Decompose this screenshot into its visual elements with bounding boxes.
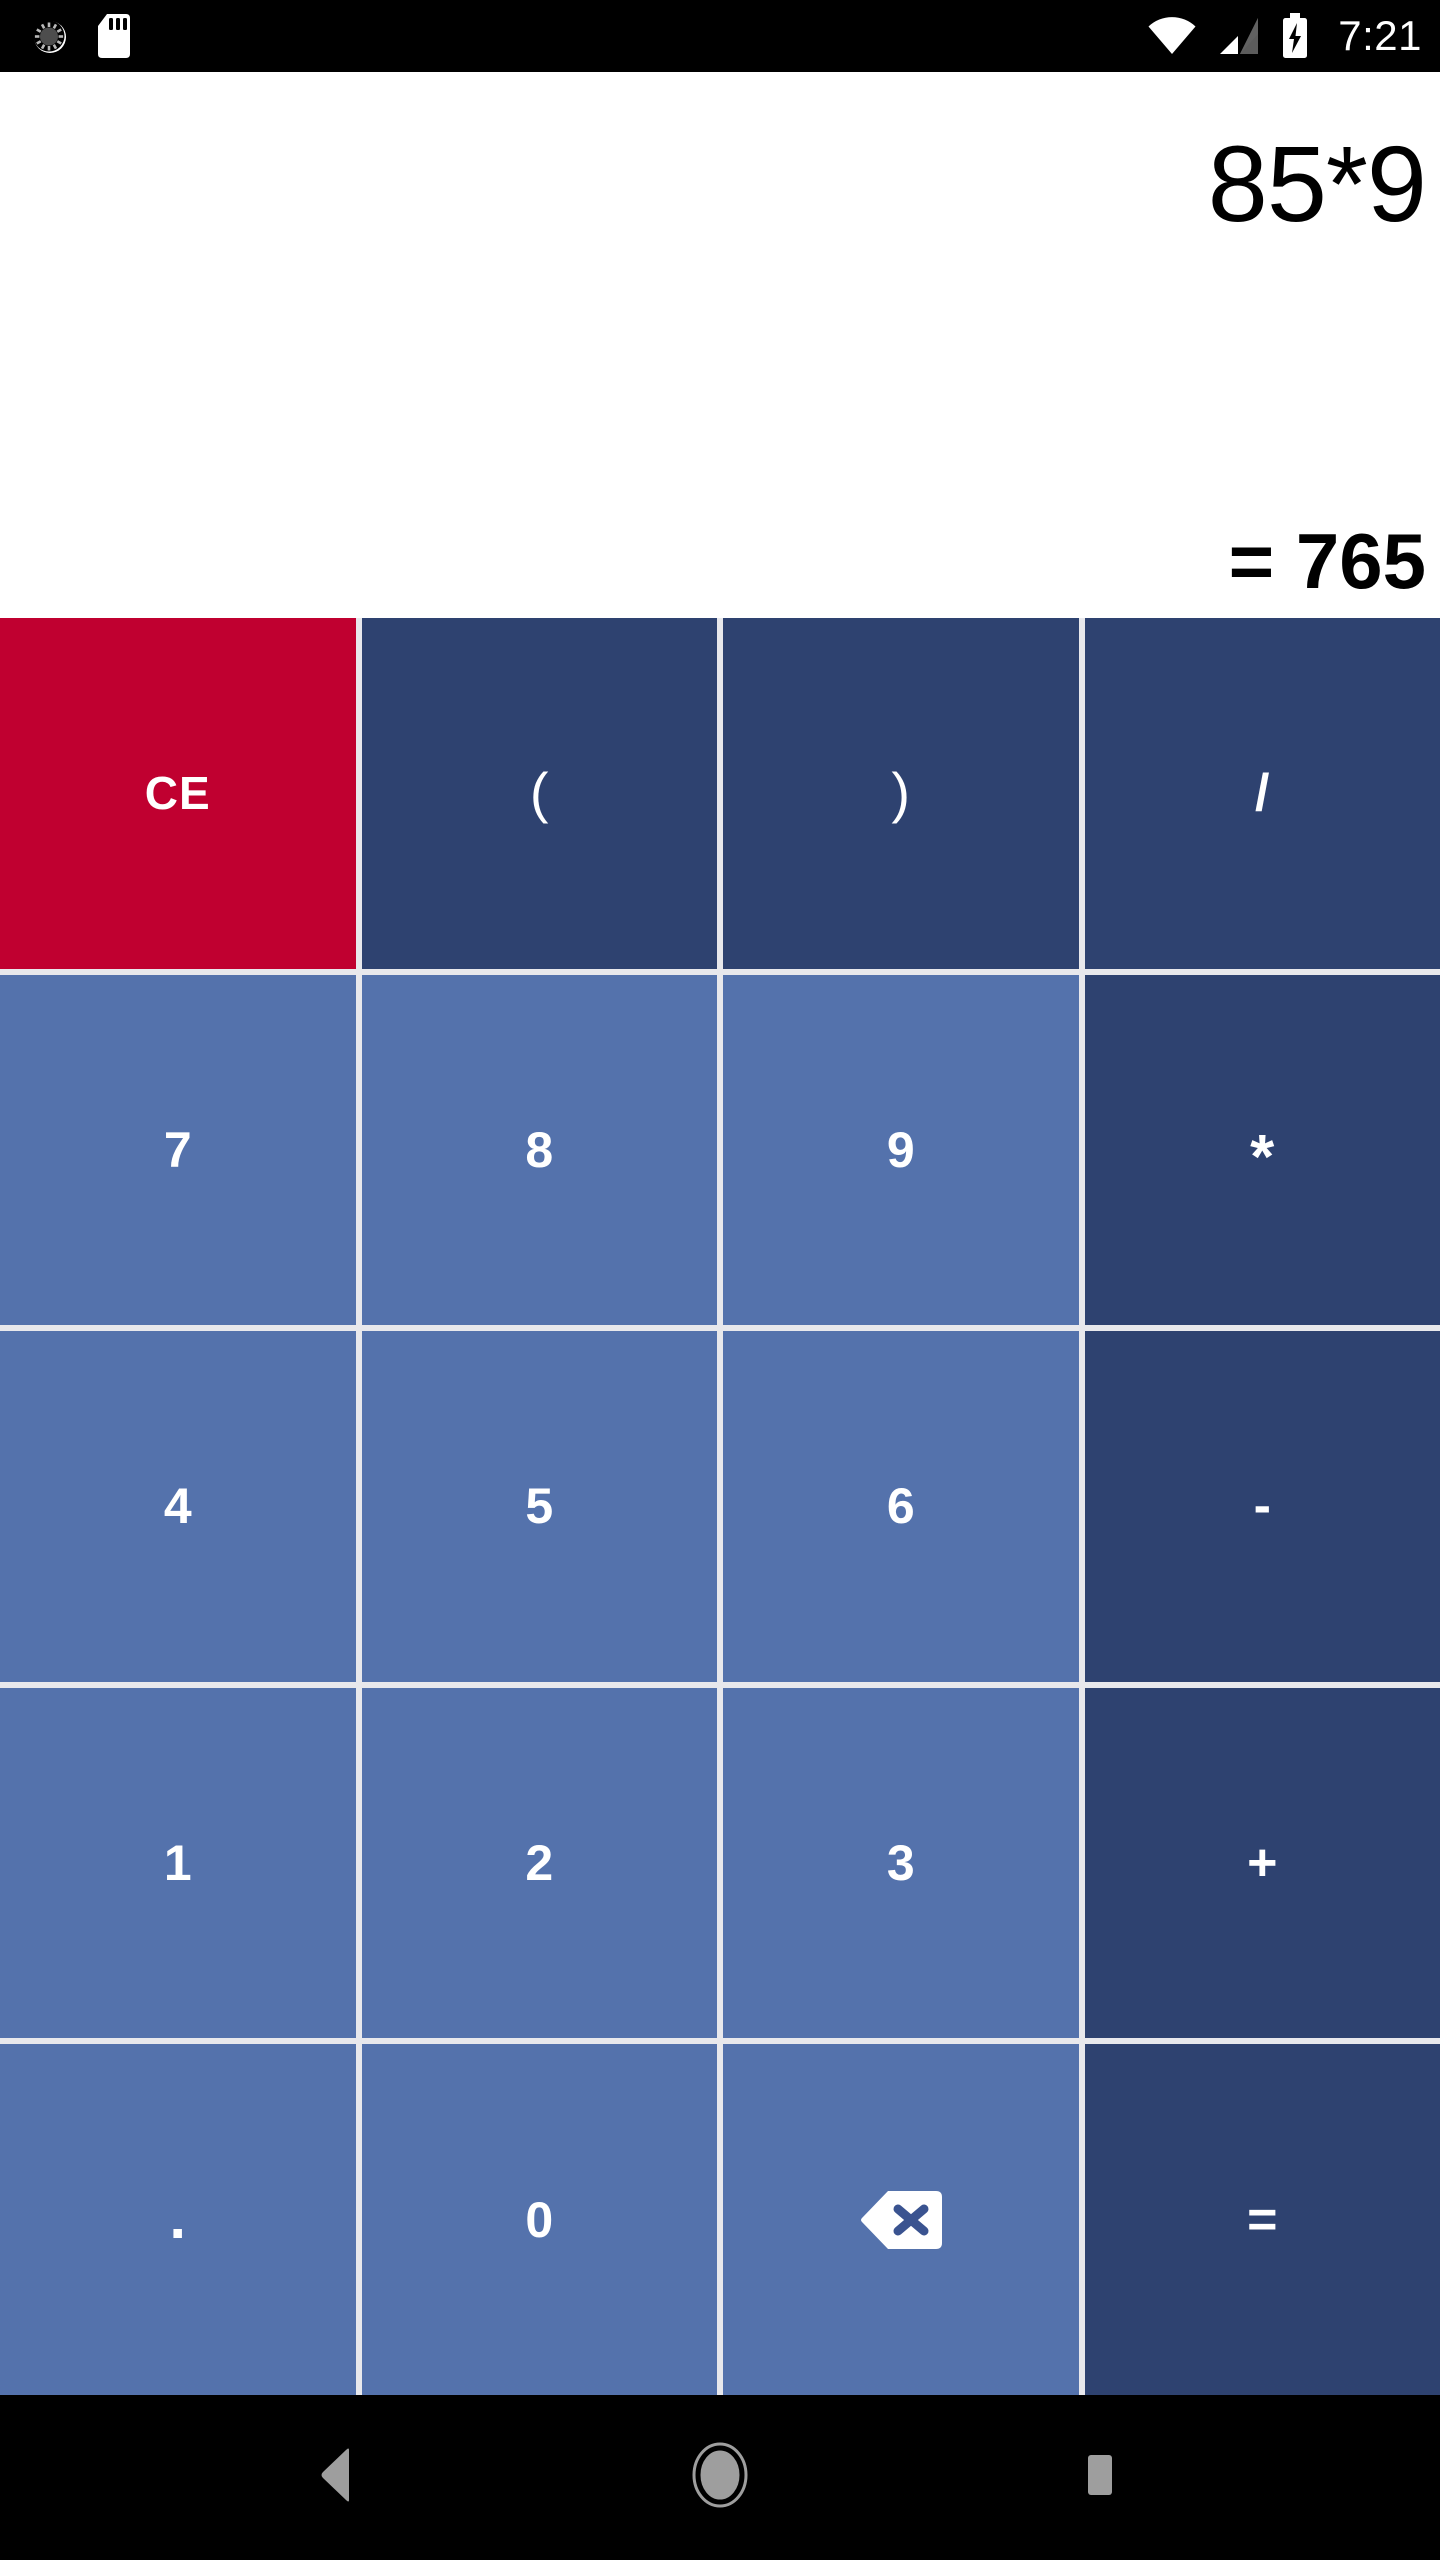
battery-charging-icon [1280,12,1310,60]
calculator-display[interactable]: 85*9 = 765 [0,72,1440,612]
key-subtract[interactable]: - [1084,1331,1440,1682]
key-0[interactable]: 0 [361,2044,717,2395]
key-6-label: 6 [886,1478,915,1535]
key-clear-entry-label: CE [144,767,211,820]
status-bar-right-icons: 7:21 [1146,12,1422,60]
key-9-label: 9 [886,1121,915,1178]
status-bar-left-icons [28,13,132,59]
key-open-paren[interactable]: ( [361,618,717,969]
key-add-label: + [1247,1834,1278,1893]
key-clear-entry[interactable]: CE [0,618,356,969]
key-decimal-point-label: . [169,2183,187,2251]
key-equals[interactable]: = [1084,2044,1440,2395]
wifi-icon [1146,14,1198,58]
status-bar: 7:21 [0,0,1440,72]
key-3[interactable]: 3 [723,1687,1079,2039]
key-1[interactable]: 1 [0,1687,356,2039]
key-multiply[interactable]: * [1084,974,1440,1326]
android-navigation-bar [0,2395,1440,2560]
backspace-icon [858,2189,944,2251]
key-1-label: 1 [163,1835,192,1892]
key-open-paren-label: ( [529,761,549,825]
key-7-label: 7 [163,1121,192,1178]
key-4[interactable]: 4 [0,1331,356,1682]
sync-spinner-icon [28,14,72,58]
nav-back-button[interactable] [280,2418,400,2538]
key-close-paren-label: ) [891,761,911,825]
key-decimal-point[interactable]: . [0,2044,356,2395]
key-0-label: 0 [525,2191,554,2248]
nav-home-button[interactable] [660,2418,780,2538]
key-9[interactable]: 9 [723,974,1079,1326]
back-triangle-icon [313,2446,367,2509]
status-bar-clock: 7:21 [1338,12,1422,59]
key-equals-label: = [1247,2190,1278,2249]
key-8-label: 8 [525,1121,554,1178]
result-text: = 765 [1228,517,1426,605]
key-5-label: 5 [525,1478,554,1535]
key-5[interactable]: 5 [361,1331,717,1682]
key-backspace[interactable] [723,2044,1079,2395]
key-2[interactable]: 2 [361,1687,717,2039]
key-7[interactable]: 7 [0,974,356,1326]
keypad-grid: CE () / 7 8 9 * 4 5 6 - 1 2 3 +. 0 = [0,612,1440,2395]
expression-text: 85*9 [1207,123,1427,244]
key-2-label: 2 [525,1835,554,1892]
key-multiply-label: * [1250,1123,1275,1193]
key-4-label: 4 [163,1478,192,1535]
sd-card-icon [96,13,132,59]
key-divide-label: / [1255,764,1270,823]
home-circle-icon [689,2441,751,2514]
recents-square-icon [1076,2449,1124,2506]
key-divide[interactable]: / [1084,618,1440,969]
key-subtract-label: - [1253,1477,1271,1536]
key-6[interactable]: 6 [723,1331,1079,1682]
cell-signal-icon [1216,14,1262,58]
key-close-paren[interactable]: ) [723,618,1079,969]
key-add[interactable]: + [1084,1687,1440,2039]
nav-recents-button[interactable] [1040,2418,1160,2538]
key-8[interactable]: 8 [361,974,717,1326]
phone-screen: 7:21 85*9 = 765 CE () / 7 8 9 * 4 5 6 - 1 2 3 +. 0 = [0,0,1440,2560]
key-3-label: 3 [886,1835,915,1892]
